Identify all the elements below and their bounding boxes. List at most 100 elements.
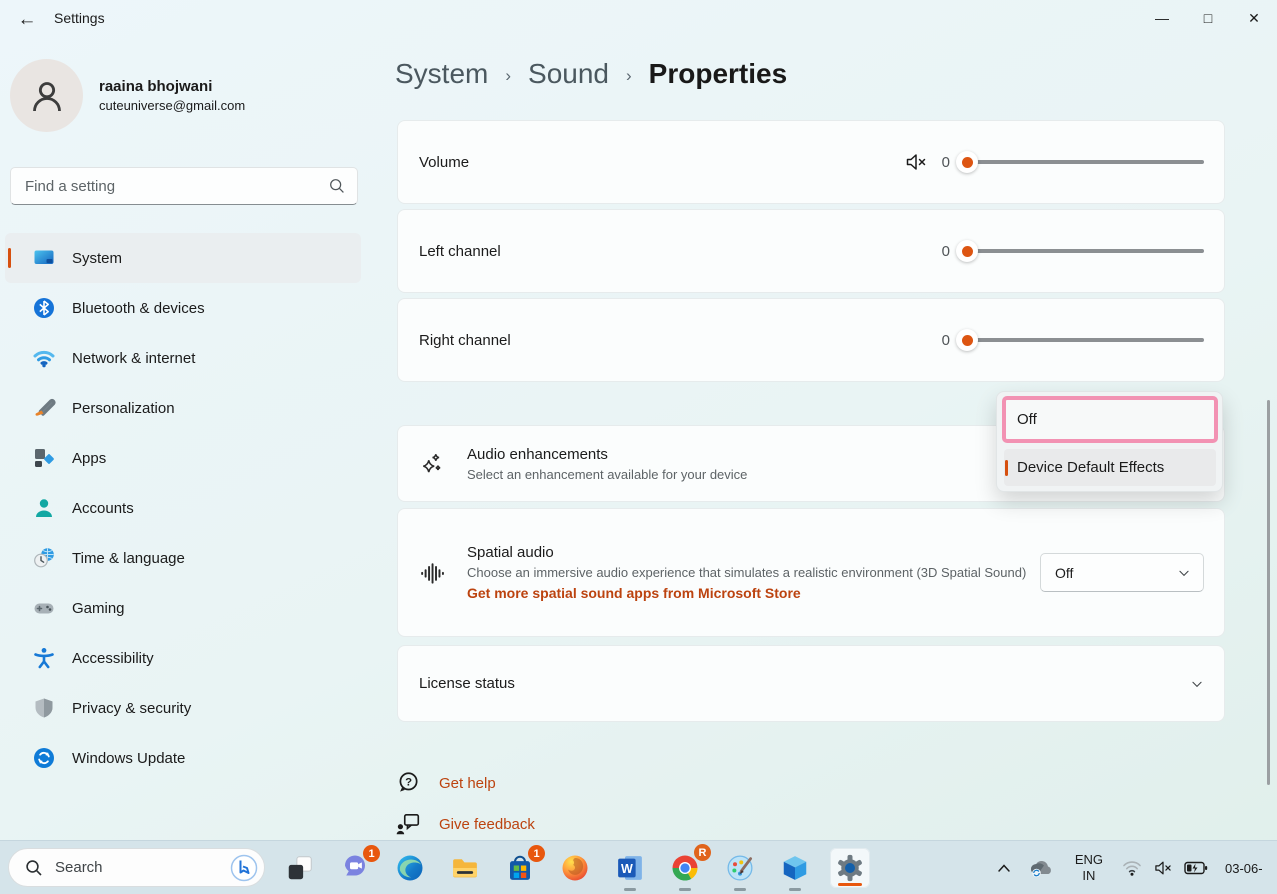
mute-speaker-icon[interactable] xyxy=(904,150,928,174)
sidebar-item-bluetooth-devices[interactable]: Bluetooth & devices xyxy=(5,283,361,333)
close-button[interactable]: ✕ xyxy=(1231,0,1277,36)
chevron-down-icon[interactable] xyxy=(1190,677,1204,691)
sidebar-item-privacy-security[interactable]: Privacy & security xyxy=(5,683,361,733)
right-channel-value: 0 xyxy=(942,332,950,349)
tray-onedrive[interactable] xyxy=(1021,858,1061,878)
left-channel-slider-track[interactable] xyxy=(966,249,1204,253)
tray-chevron-up[interactable] xyxy=(987,863,1021,873)
find-setting-box[interactable] xyxy=(10,167,358,205)
chevron-down-icon xyxy=(1177,566,1191,580)
gamepad-icon xyxy=(32,596,56,620)
apps-icon xyxy=(32,446,56,470)
taskbar-paint[interactable] xyxy=(720,848,760,888)
spatial-audio-select[interactable]: Off xyxy=(1040,553,1204,592)
taskbar-chrome[interactable]: R xyxy=(665,848,705,888)
scrollbar[interactable] xyxy=(1267,400,1270,785)
maximize-button[interactable]: □ xyxy=(1185,0,1231,36)
taskbar-file-explorer[interactable] xyxy=(445,848,485,888)
dropdown-option-off[interactable]: Off xyxy=(1002,396,1218,443)
left-channel-slider-thumb[interactable] xyxy=(956,240,978,262)
settings-window: ← Settings — □ ✕ raaina bhojwani cuteuni… xyxy=(0,0,1277,894)
accounts-icon xyxy=(32,496,56,520)
sidebar-item-system[interactable]: System xyxy=(5,233,361,283)
taskbar-task-view[interactable] xyxy=(280,848,320,888)
sidebar-item-gaming[interactable]: Gaming xyxy=(5,583,361,633)
gear-icon xyxy=(835,853,865,883)
find-setting-input[interactable] xyxy=(25,178,329,195)
tray-date[interactable]: 03-06- xyxy=(1225,861,1277,876)
spatial-audio-icon xyxy=(419,560,445,586)
right-channel-slider[interactable] xyxy=(956,329,1204,351)
paint-running-indicator xyxy=(734,888,746,891)
audio-enhancements-subtitle: Select an enhancement available for your… xyxy=(467,467,747,482)
spatial-audio-title: Spatial audio xyxy=(467,544,1026,561)
system-icon xyxy=(32,246,56,270)
taskbar-chat[interactable]: 1 xyxy=(335,848,375,888)
give-feedback-link[interactable]: Give feedback xyxy=(395,811,535,837)
breadcrumb-separator-icon: › xyxy=(626,62,632,86)
breadcrumb-sound[interactable]: Sound xyxy=(528,58,609,90)
volume-slider-thumb[interactable] xyxy=(956,151,978,173)
sidebar-item-accessibility[interactable]: Accessibility xyxy=(5,633,361,683)
wifi-icon xyxy=(1122,859,1142,877)
sidebar-item-time-language[interactable]: Time & language xyxy=(5,533,361,583)
back-arrow-icon: ← xyxy=(18,9,37,31)
person-icon xyxy=(27,76,67,116)
sidebar-item-windows-update[interactable]: Windows Update xyxy=(5,733,361,783)
feedback-icon xyxy=(395,811,421,837)
volume-slider-track[interactable] xyxy=(966,160,1204,164)
taskbar-edge[interactable] xyxy=(390,848,430,888)
breadcrumb-properties: Properties xyxy=(649,58,788,90)
spatial-sound-store-link[interactable]: Get more spatial sound apps from Microso… xyxy=(467,585,1026,601)
tray-language-indicator[interactable]: ENG IN xyxy=(1075,852,1103,884)
search-icon xyxy=(25,859,43,877)
left-channel-slider[interactable] xyxy=(956,240,1204,262)
chevron-up-icon xyxy=(997,863,1011,873)
dropdown-option-device-default-effects[interactable]: Device Default Effects xyxy=(1004,449,1216,486)
sidebar-item-apps[interactable]: Apps xyxy=(5,433,361,483)
sidebar-item-network-internet[interactable]: Network & internet xyxy=(5,333,361,383)
taskbar-registry-editor[interactable] xyxy=(775,848,815,888)
right-channel-slider-thumb[interactable] xyxy=(956,329,978,351)
account-name: raaina bhojwani xyxy=(99,78,245,95)
breadcrumb-system[interactable]: System xyxy=(395,58,488,90)
sidebar-item-personalization[interactable]: Personalization xyxy=(5,383,361,433)
wifi-icon xyxy=(32,346,56,370)
get-help-link[interactable]: ? Get help xyxy=(395,770,496,796)
tray-battery[interactable] xyxy=(1179,860,1213,876)
paint-icon xyxy=(725,853,755,883)
search-icon xyxy=(329,178,345,194)
task-view-icon xyxy=(285,853,315,883)
volume-row: Volume 0 xyxy=(397,120,1225,204)
taskbar-settings[interactable] xyxy=(830,848,870,888)
settings-running-indicator xyxy=(838,883,862,886)
right-channel-slider-track[interactable] xyxy=(966,338,1204,342)
right-channel-row: Right channel 0 xyxy=(397,298,1225,382)
bing-icon xyxy=(230,854,258,882)
maximize-icon: □ xyxy=(1204,10,1212,26)
avatar xyxy=(10,59,83,132)
minimize-button[interactable]: — xyxy=(1139,0,1185,36)
taskbar-store[interactable]: 1 xyxy=(500,848,540,888)
taskbar-search[interactable]: Search xyxy=(8,848,265,887)
help-bubble-icon: ? xyxy=(395,770,421,796)
sidebar-item-accounts[interactable]: Accounts xyxy=(5,483,361,533)
left-channel-row: Left channel 0 xyxy=(397,209,1225,293)
tray-wifi[interactable] xyxy=(1117,859,1147,877)
tray-volume[interactable] xyxy=(1147,858,1179,878)
taskbar-firefox[interactable] xyxy=(555,848,595,888)
spatial-audio-description: Choose an immersive audio experience tha… xyxy=(467,565,1026,580)
volume-slider[interactable] xyxy=(956,151,1204,173)
license-status-row[interactable]: License status xyxy=(397,645,1225,722)
account-profile[interactable]: raaina bhojwani cuteuniverse@gmail.com xyxy=(10,59,245,132)
accessibility-icon xyxy=(32,646,56,670)
svg-text:W: W xyxy=(621,862,633,876)
back-button[interactable]: ← xyxy=(10,6,44,34)
license-status-label: License status xyxy=(419,675,515,692)
firefox-icon xyxy=(560,853,590,883)
close-icon: ✕ xyxy=(1248,10,1260,27)
chat-badge: 1 xyxy=(363,845,380,862)
brush-icon xyxy=(32,396,56,420)
taskbar-word[interactable]: W xyxy=(610,848,650,888)
registry-running-indicator xyxy=(789,888,801,891)
